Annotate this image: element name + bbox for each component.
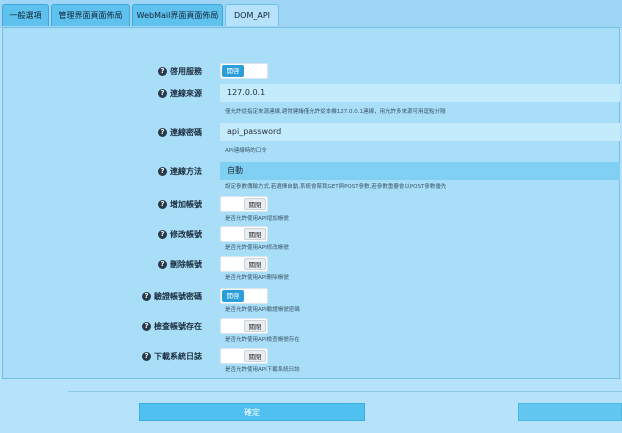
- edit-account-toggle[interactable]: 關閉: [220, 226, 268, 242]
- help-icon[interactable]: ?: [142, 321, 151, 331]
- divider: [68, 391, 622, 392]
- help-icon[interactable]: ?: [142, 291, 151, 301]
- help-icon[interactable]: ?: [158, 88, 167, 98]
- confirm-button[interactable]: 確定: [139, 403, 365, 421]
- password-hint: API連線時的口令: [225, 148, 267, 154]
- download-log-hint: 是否允許使用API下載系統日誌: [225, 367, 300, 373]
- tab-dom-api[interactable]: DOM_API: [225, 4, 279, 26]
- settings-panel: [2, 27, 620, 379]
- help-icon[interactable]: ?: [158, 229, 167, 239]
- add-account-toggle[interactable]: 關閉: [220, 196, 268, 212]
- edit-account-label: ? 修改帳號: [158, 226, 202, 242]
- tab-admin-layout[interactable]: 管理界面頁面佈局: [51, 4, 130, 26]
- delete-account-hint: 是否允許使用API刪除帳號: [225, 275, 289, 281]
- help-icon[interactable]: ?: [158, 127, 167, 137]
- add-account-label: ? 增加帳號: [158, 196, 202, 212]
- delete-account-label: ? 刪除帳號: [158, 256, 202, 272]
- verify-password-hint: 是否允許使用API驗證帳號密碼: [225, 307, 300, 313]
- help-icon[interactable]: ?: [158, 66, 167, 76]
- delete-account-toggle[interactable]: 關閉: [220, 256, 268, 272]
- tab-general[interactable]: 一般選項: [2, 4, 49, 26]
- check-exists-hint: 是否允許使用API檢查帳號存在: [225, 337, 300, 343]
- verify-password-label: ? 驗證帳號密碼: [142, 288, 202, 304]
- method-hint: 設定參數傳輸方式,若選擇自動,系統會幫我GET與POST參數,若參數重疊會以PO…: [225, 184, 447, 190]
- secondary-button[interactable]: [518, 403, 622, 421]
- source-label: ? 連線來源: [158, 85, 202, 101]
- tab-webmail-layout[interactable]: WebMail界面頁面佈局: [132, 4, 223, 26]
- enable-service-toggle[interactable]: 開啓: [220, 63, 268, 79]
- verify-password-toggle[interactable]: 開啓: [220, 288, 268, 304]
- edit-account-hint: 是否允許使用API修改帳號: [225, 245, 289, 251]
- check-exists-toggle[interactable]: 關閉: [220, 318, 268, 334]
- tab-bar: 一般選項 管理界面頁面佈局 WebMail界面頁面佈局 DOM_API: [0, 0, 622, 28]
- help-icon[interactable]: ?: [158, 199, 167, 209]
- add-account-hint: 是否允許使用API增加帳號: [225, 216, 289, 222]
- source-hint: 僅允許從指定來源連線,適常建議僅允許從本機127.0.0.1連線，用允許多來源可…: [225, 109, 446, 115]
- check-exists-label: ? 檢查帳號存在: [142, 318, 202, 334]
- download-log-toggle[interactable]: 關閉: [220, 348, 268, 364]
- help-icon[interactable]: ?: [158, 166, 167, 176]
- help-icon[interactable]: ?: [142, 351, 151, 361]
- password-label: ? 連線密碼: [158, 124, 202, 140]
- source-input[interactable]: 127.0.0.1: [220, 84, 620, 102]
- password-input[interactable]: api_password: [220, 123, 620, 141]
- method-select[interactable]: 自動: [220, 162, 620, 180]
- enable-service-label: ? 啓用服務: [158, 63, 202, 79]
- help-icon[interactable]: ?: [158, 259, 167, 269]
- download-log-label: ? 下載系統日誌: [142, 348, 202, 364]
- method-label: ? 連線方法: [158, 163, 202, 179]
